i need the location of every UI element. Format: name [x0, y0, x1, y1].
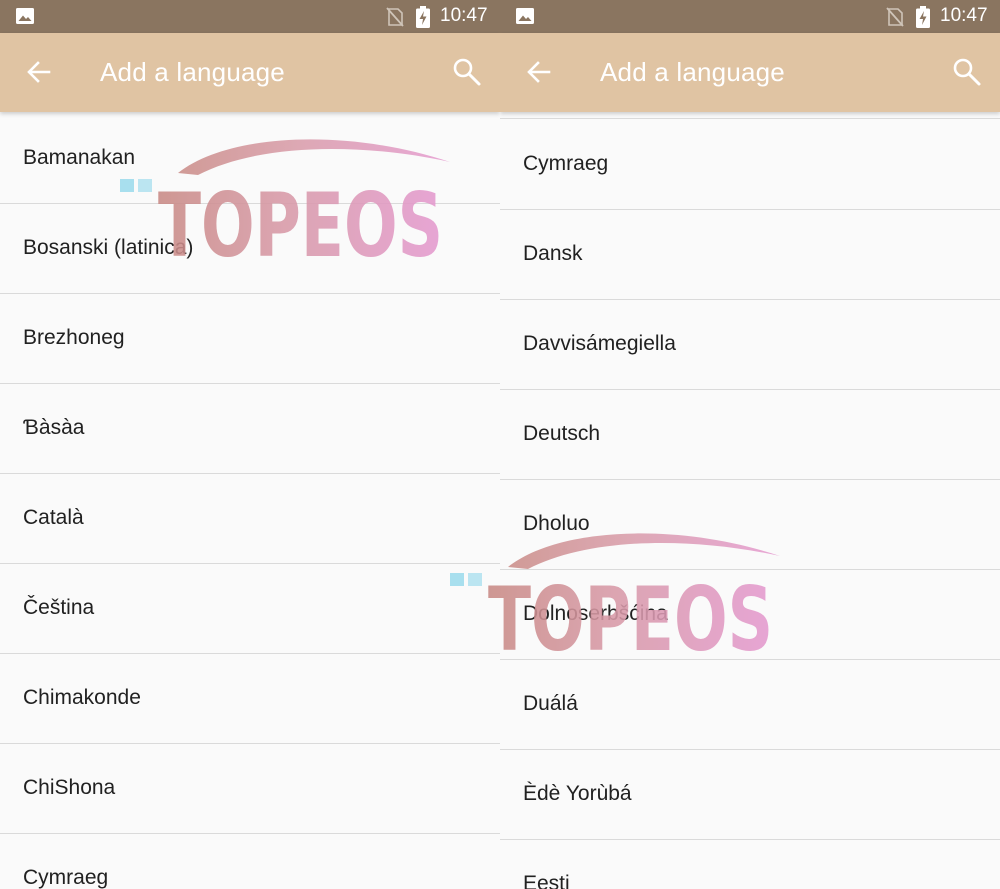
- language-label: Brezhoneg: [23, 326, 125, 349]
- list-top-divider: [500, 118, 1000, 119]
- image-icon: [16, 8, 34, 24]
- page-title: Add a language: [600, 57, 785, 87]
- language-label: Deutsch: [523, 422, 601, 445]
- language-item[interactable]: Dolnoserbšćina: [500, 570, 1000, 660]
- screen-right: 10:47 Add a language Cymraeg Dansk Davvi…: [500, 0, 1000, 889]
- status-time: 10:47: [440, 5, 488, 26]
- app-bar: Add a language: [0, 33, 500, 112]
- language-label: Eesti: [523, 872, 570, 889]
- language-item[interactable]: Bosanski (latinica): [0, 204, 500, 294]
- language-label: Dholuo: [523, 512, 590, 535]
- language-item[interactable]: Čeština: [0, 564, 500, 654]
- language-label: Bamanakan: [23, 146, 136, 169]
- image-icon: [516, 8, 534, 24]
- language-label: Dolnoserbšćina: [523, 602, 668, 625]
- language-list: Cymraeg Dansk Davvisámegiella Deutsch Dh…: [500, 120, 1000, 889]
- search-icon[interactable]: [450, 55, 484, 89]
- language-item[interactable]: Cymraeg: [500, 120, 1000, 210]
- arrow-back-icon[interactable]: [520, 53, 558, 91]
- language-label: Chimakonde: [23, 686, 141, 709]
- page-title: Add a language: [100, 57, 285, 87]
- language-item[interactable]: Davvisámegiella: [500, 300, 1000, 390]
- battery-charging-icon: [416, 6, 430, 28]
- status-time: 10:47: [940, 5, 988, 26]
- language-item[interactable]: Eesti: [500, 840, 1000, 889]
- arrow-back-icon[interactable]: [20, 53, 58, 91]
- language-label: Cymraeg: [23, 866, 109, 889]
- language-item[interactable]: Duálá: [500, 660, 1000, 750]
- status-bar: 10:47: [500, 0, 1000, 33]
- screen-left: 10:47 Add a language Bamanakan Bosanski …: [0, 0, 500, 889]
- language-item[interactable]: Èdè Yorùbá: [500, 750, 1000, 840]
- language-label: Davvisámegiella: [523, 332, 676, 355]
- language-label: Èdè Yorùbá: [523, 782, 632, 805]
- language-item[interactable]: Cymraeg: [0, 834, 500, 889]
- language-label: Bosanski (latinica): [23, 236, 194, 259]
- no-sim-icon: [886, 7, 904, 27]
- language-item[interactable]: Chimakonde: [0, 654, 500, 744]
- language-item[interactable]: Dansk: [500, 210, 1000, 300]
- language-label: Ɓàsàa: [23, 416, 85, 439]
- language-label: ChiShona: [23, 776, 116, 799]
- language-item[interactable]: Bamanakan: [0, 114, 500, 204]
- language-item[interactable]: Brezhoneg: [0, 294, 500, 384]
- language-label: Čeština: [23, 596, 95, 619]
- battery-charging-icon: [916, 6, 930, 28]
- language-item[interactable]: Català: [0, 474, 500, 564]
- language-item[interactable]: Dholuo: [500, 480, 1000, 570]
- language-list: Bamanakan Bosanski (latinica) Brezhoneg …: [0, 114, 500, 889]
- language-label: Català: [23, 506, 84, 529]
- language-item[interactable]: Deutsch: [500, 390, 1000, 480]
- app-bar: Add a language: [500, 33, 1000, 112]
- language-label: Dansk: [523, 242, 583, 265]
- language-item[interactable]: Ɓàsàa: [0, 384, 500, 474]
- search-icon[interactable]: [950, 55, 984, 89]
- language-item[interactable]: ChiShona: [0, 744, 500, 834]
- status-bar: 10:47: [0, 0, 500, 33]
- no-sim-icon: [386, 7, 404, 27]
- language-label: Duálá: [523, 692, 578, 715]
- language-label: Cymraeg: [523, 152, 609, 175]
